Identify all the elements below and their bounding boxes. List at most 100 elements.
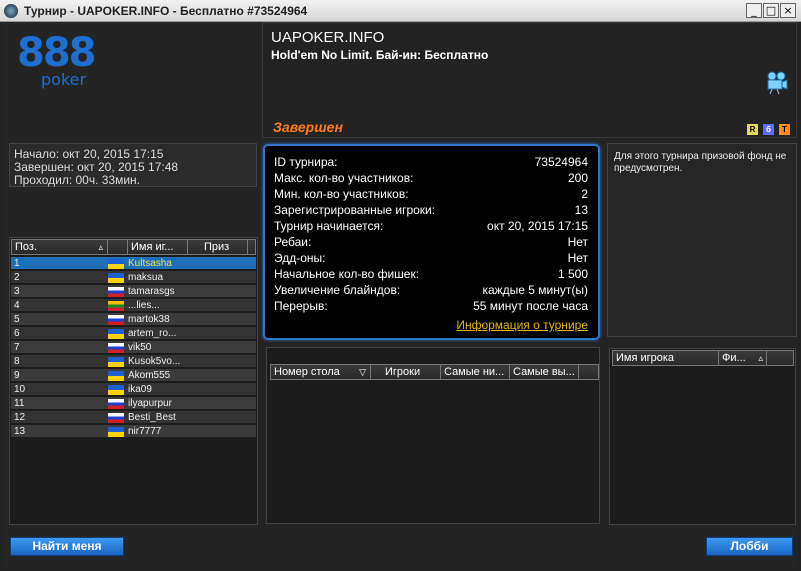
filter-icon[interactable]: ▽ xyxy=(359,365,366,379)
find-me-button[interactable]: Найти меня xyxy=(10,537,124,556)
tournament-flags: RбT xyxy=(742,121,790,135)
player-row[interactable]: 8 Kusok5vo... xyxy=(11,355,256,368)
column-name[interactable]: Имя иг... xyxy=(128,240,188,254)
minimize-button[interactable]: _ xyxy=(746,3,762,18)
info-row: Увеличение блайндов: каждые 5 минут(ы) xyxy=(274,283,588,299)
info-key: Эдд-оны: xyxy=(274,251,326,265)
player-name: Besti_Best xyxy=(128,412,176,423)
prize-text: Для этого турнира призовой фонд не преду… xyxy=(614,151,787,174)
info-row: Мин. кол-во участников: 2 xyxy=(274,187,588,203)
logo-word: poker xyxy=(41,70,87,89)
table-players-grid-header: Имя игрока Фи... ▵ xyxy=(612,350,794,366)
column-chips-label: Фи... xyxy=(722,352,746,364)
country-flag-icon xyxy=(108,427,124,437)
rebuy-icon: R xyxy=(747,124,758,135)
tournament-times: Начало: окт 20, 2015 17:15 Завершен: окт… xyxy=(9,143,257,187)
column-players[interactable]: Игроки xyxy=(371,365,441,379)
player-name: martok38 xyxy=(128,314,170,325)
window-title: Турнир - UAPOKER.INFO - Бесплатно #73524… xyxy=(24,4,308,18)
player-row[interactable]: 5 martok38 xyxy=(11,313,256,326)
maximize-button[interactable]: □ xyxy=(763,3,779,18)
info-value: 73524964 xyxy=(534,155,588,169)
country-flag-icon xyxy=(108,399,124,409)
info-key: ID турнира: xyxy=(274,155,338,169)
888poker-logo: 888 poker xyxy=(17,30,97,90)
country-flag-icon xyxy=(108,259,124,269)
info-key: Увеличение блайндов: xyxy=(274,283,401,297)
country-flag-icon xyxy=(108,385,124,395)
info-value: 2 xyxy=(581,187,588,201)
column-position-label: Поз. xyxy=(15,241,37,253)
info-key: Перерыв: xyxy=(274,299,328,313)
table-players-grid: Имя игрока Фи... ▵ xyxy=(609,348,796,525)
player-row[interactable]: 13 nir7777 xyxy=(11,425,256,438)
player-position: 7 xyxy=(14,342,20,353)
column-prize[interactable]: Приз xyxy=(188,240,248,254)
player-name: maksua xyxy=(128,272,164,283)
player-position: 3 xyxy=(14,286,20,297)
player-row[interactable]: 3 tamarasgs xyxy=(11,285,256,298)
title-bar[interactable]: Турнир - UAPOKER.INFO - Бесплатно #73524… xyxy=(0,0,801,22)
info-row: Начальное кол-во фишек: 1 500 xyxy=(274,267,588,283)
tournament-info-link[interactable]: Информация о турнире xyxy=(456,318,588,332)
info-key: Ребаи: xyxy=(274,235,312,249)
player-name: nir7777 xyxy=(128,426,162,437)
info-value: 1 500 xyxy=(557,267,588,281)
player-position: 11 xyxy=(14,398,25,409)
lobby-button[interactable]: Лобби xyxy=(706,537,793,556)
player-name: artem_ro... xyxy=(128,328,177,339)
column-table-number[interactable]: Номер стола ▽ xyxy=(271,365,371,379)
info-row: Перерыв: 55 минут после часа xyxy=(274,299,588,315)
close-button[interactable]: × xyxy=(780,3,796,18)
info-row: ID турнира: 73524964 xyxy=(274,155,588,171)
tournament-window: 888 poker UAPOKER.INFO Hold'em No Limit.… xyxy=(3,22,798,568)
info-row: Ребаи: Нет xyxy=(274,235,588,251)
player-name: ...lies... xyxy=(128,300,160,311)
player-row[interactable]: 1 Kultsasha xyxy=(11,257,256,270)
players-grid: Поз. ▵ Имя иг... Приз 1 Kultsasha 2 maksua 3… xyxy=(9,237,258,525)
country-flag-icon xyxy=(108,413,124,423)
column-chips[interactable]: Фи... ▵ xyxy=(719,351,767,365)
info-key: Мин. кол-во участников: xyxy=(274,187,409,201)
column-highest[interactable]: Самые вы... xyxy=(510,365,579,379)
player-row[interactable]: 12 Besti_Best xyxy=(11,411,256,424)
column-flag[interactable] xyxy=(108,240,128,254)
player-row[interactable]: 10 ika09 xyxy=(11,383,256,396)
camera-icon[interactable] xyxy=(766,71,788,95)
player-position: 1 xyxy=(14,258,20,269)
player-row[interactable]: 7 vik50 xyxy=(11,341,256,354)
info-key: Турнир начинается: xyxy=(274,219,384,233)
player-position: 12 xyxy=(14,412,26,423)
info-row: Турнир начинается: окт 20, 2015 17:15 xyxy=(274,219,588,235)
sort-icon[interactable]: ▵ xyxy=(98,240,103,254)
player-row[interactable]: 2 maksua xyxy=(11,271,256,284)
column-position[interactable]: Поз. ▵ xyxy=(12,240,108,254)
player-row[interactable]: 11 ilyapurpur xyxy=(11,397,256,410)
player-position: 6 xyxy=(14,328,20,339)
turbo-icon: T xyxy=(779,124,790,135)
country-flag-icon xyxy=(108,301,124,311)
column-player-name[interactable]: Имя игрока xyxy=(613,351,719,365)
column-lowest[interactable]: Самые ни... xyxy=(441,365,510,379)
tables-grid-header: Номер стола ▽ Игроки Самые ни... Самые в… xyxy=(270,364,599,380)
addon-icon: б xyxy=(763,124,774,135)
player-position: 9 xyxy=(14,370,20,381)
players-grid-header: Поз. ▵ Имя иг... Приз xyxy=(11,239,256,255)
tournament-game: Hold'em No Limit. Бай-ин: Бесплатно xyxy=(271,48,489,62)
player-row[interactable]: 6 artem_ro... xyxy=(11,327,256,340)
info-key: Зарегистрированные игроки: xyxy=(274,203,436,217)
column-table-number-label: Номер стола xyxy=(274,366,340,378)
info-key: Макс. кол-во участников: xyxy=(274,171,414,185)
country-flag-icon xyxy=(108,343,124,353)
player-position: 4 xyxy=(14,300,20,311)
country-flag-icon xyxy=(108,273,124,283)
info-value: 13 xyxy=(574,203,588,217)
player-position: 8 xyxy=(14,356,20,367)
player-position: 10 xyxy=(14,384,26,395)
player-row[interactable]: 9 Akom555 xyxy=(11,369,256,382)
player-row[interactable]: 4 ...lies... xyxy=(11,299,256,312)
player-name: tamarasgs xyxy=(128,286,175,297)
tournament-status: Завершен xyxy=(273,119,343,135)
sort-icon[interactable]: ▵ xyxy=(758,351,763,365)
player-name: Kusok5vo... xyxy=(128,356,181,367)
